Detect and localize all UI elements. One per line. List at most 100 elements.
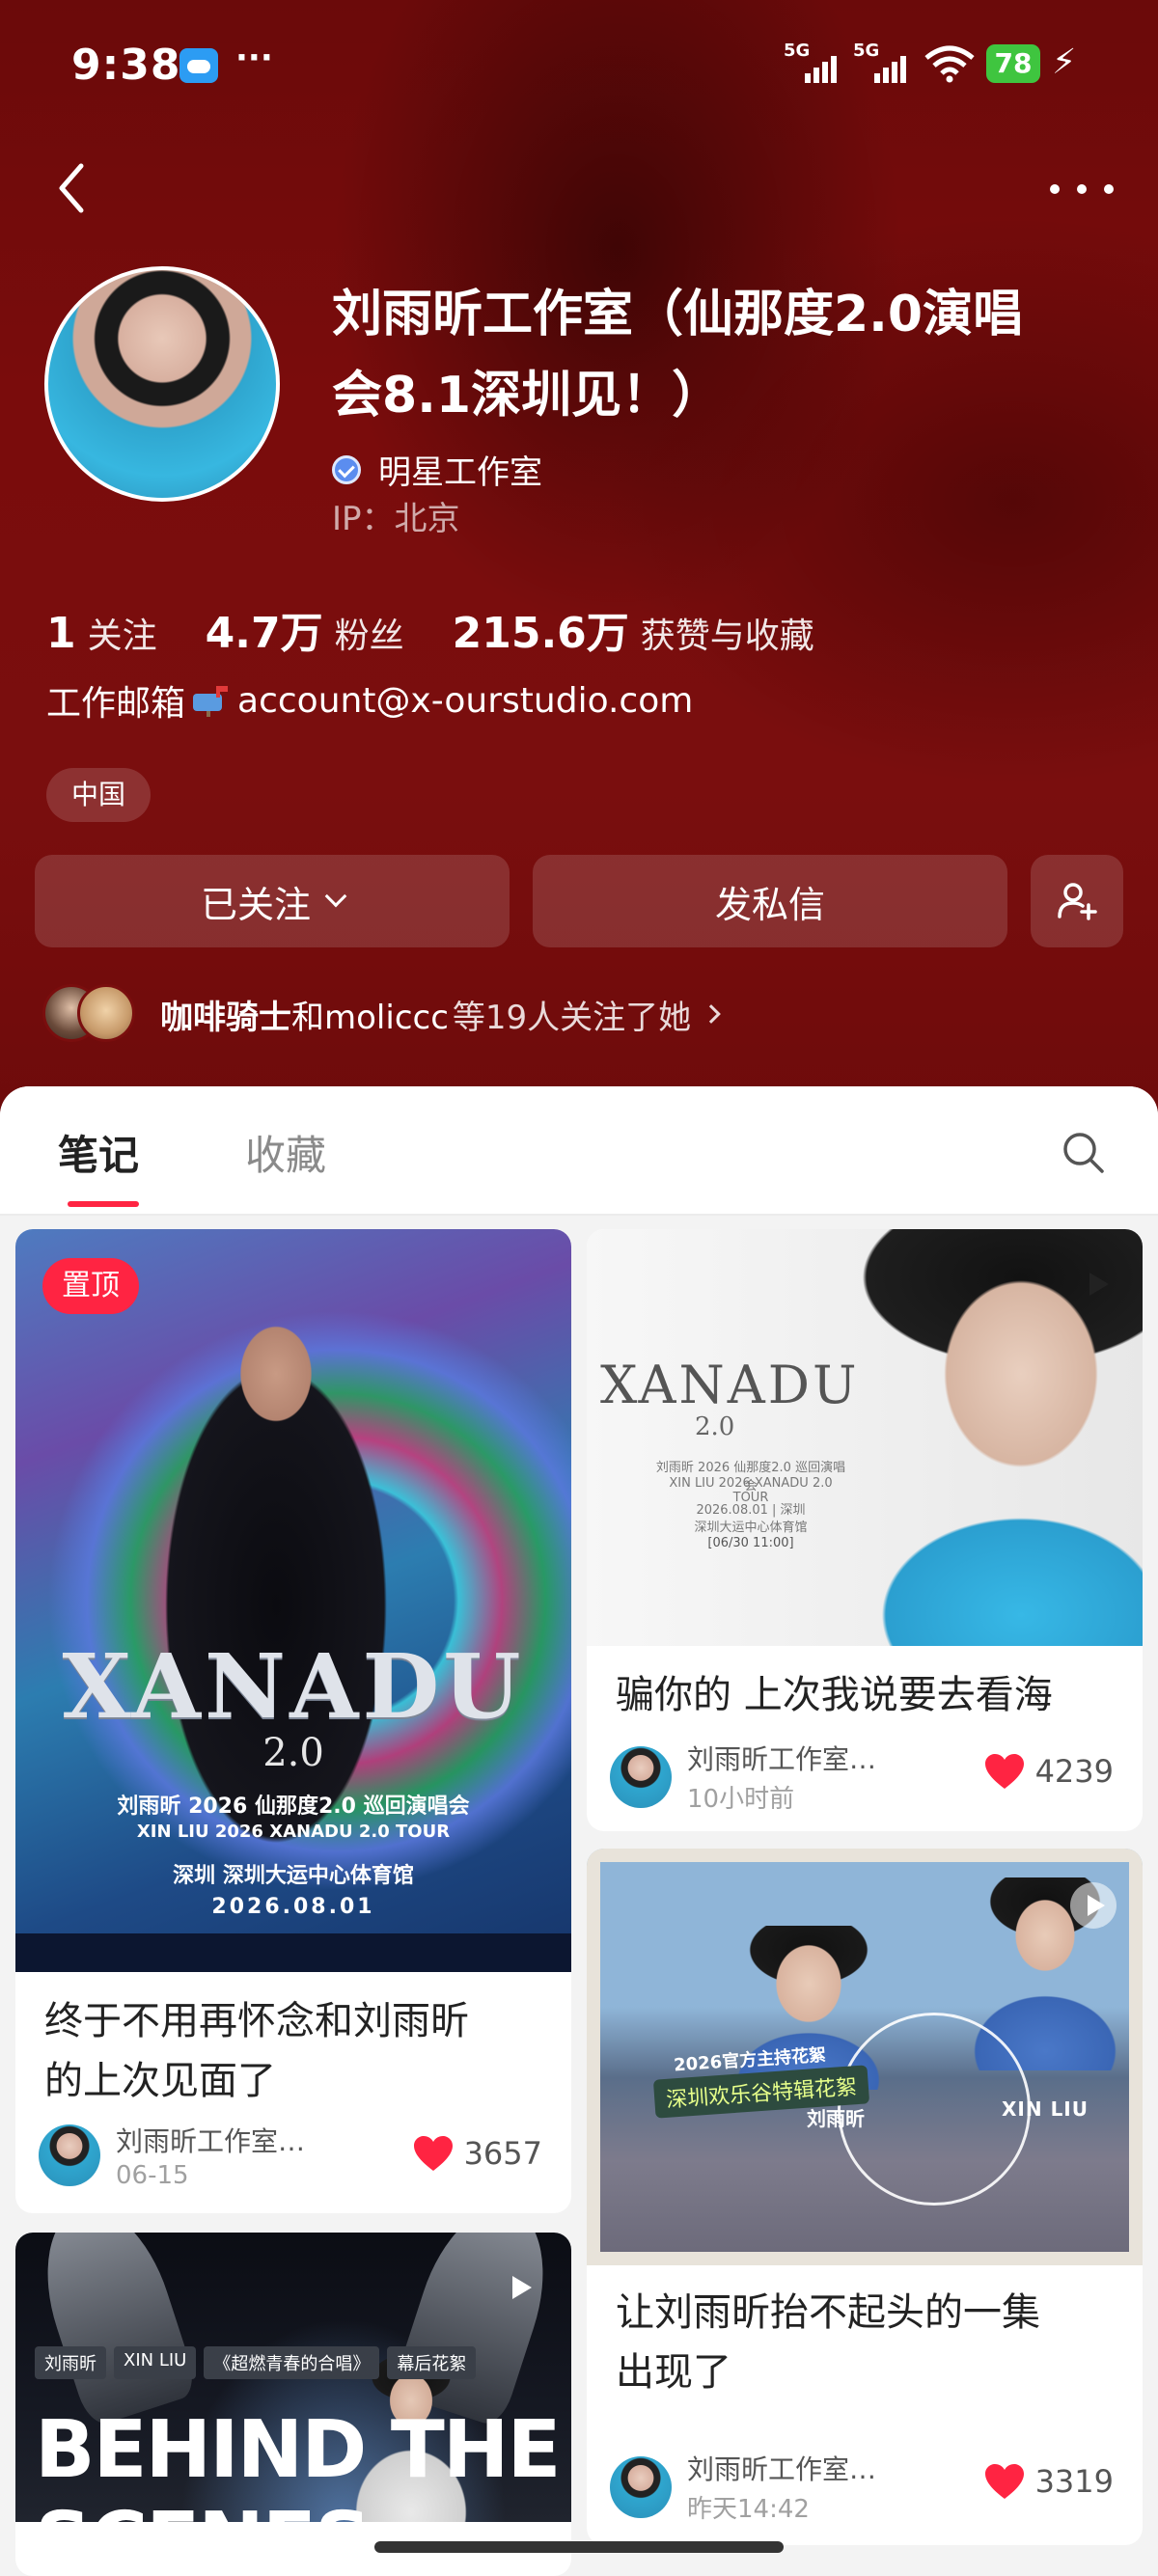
verified-label: 明星工作室 xyxy=(378,453,542,492)
stat-number: 215.6万 xyxy=(452,609,629,658)
profile-header: 9:38 ··· 5G 5G 78 ⚡ 刘雨昕工作室（仙那度2.0演唱会8.1深… xyxy=(0,0,1158,1119)
chevron-down-icon xyxy=(324,885,347,908)
mutual-name: 咖啡骑士 xyxy=(160,998,291,1037)
note-card[interactable]: 刘雨昕 XIN LIU 《超燃青春的合唱》 幕后花絮 BEHIND THE SC… xyxy=(15,2233,571,2576)
stage-prop xyxy=(23,2233,201,2429)
charging-icon: ⚡ xyxy=(1052,42,1077,82)
profile-stats: 1 关注 4.7万 粉丝 215.6万 获赞与收藏 xyxy=(46,598,863,660)
ip-location: IP：北京 xyxy=(332,500,460,538)
image-tags: 刘雨昕 XIN LIU 《超燃青春的合唱》 幕后花絮 xyxy=(35,2346,477,2379)
image-tag: XIN LIU xyxy=(114,2346,197,2379)
search-icon[interactable] xyxy=(1060,1129,1106,1175)
stat-likes[interactable]: 215.6万 获赞与收藏 xyxy=(453,598,814,660)
heart-icon xyxy=(413,2136,453,2171)
note-author[interactable]: 刘雨昕工作室… 06-15 xyxy=(39,2121,305,2190)
mutual-and: 和moliccc xyxy=(291,998,449,1037)
poster-sub: 2.0 xyxy=(695,1412,735,1441)
mutual-rest: 等19人关注了她 xyxy=(452,998,692,1037)
note-title-line: 终于不用再怀念和刘雨昕 xyxy=(44,1999,469,2043)
avatar xyxy=(610,2455,672,2518)
verified-badge: 明星工作室 xyxy=(332,446,542,493)
poster-line: [06/30 11:00] xyxy=(707,1536,794,1550)
followed-button-label: 已关注 xyxy=(200,883,311,926)
mutual-followers[interactable]: 咖啡骑士 和moliccc 等19人关注了她 xyxy=(42,984,722,1044)
battery-indicator: 78 xyxy=(986,44,1040,83)
note-cover-image: XANADU 2.0 刘雨昕 2026 仙那度2.0 巡回演唱会 XIN LIU… xyxy=(15,1229,571,1972)
heart-icon xyxy=(984,1754,1024,1789)
status-time: 9:38 xyxy=(71,41,181,90)
tab-bar: 笔记 收藏 xyxy=(0,1086,1158,1216)
avatar xyxy=(610,1745,672,1808)
like-count: 3657 xyxy=(463,2135,542,2172)
mutual-avatars xyxy=(42,984,139,1044)
image-caption: XIN LIU xyxy=(1002,2097,1089,2121)
like-count: 3319 xyxy=(1034,2463,1114,2500)
image-tag: 《超燃青春的合唱》 xyxy=(204,2346,380,2379)
poster-line: XIN LIU 2026 XANADU 2.0 TOUR xyxy=(136,1822,451,1842)
message-button[interactable]: 发私信 xyxy=(533,855,1007,947)
note-card[interactable]: XANADU 2.0 刘雨昕 2026 仙那度2.0 巡回演唱会 XIN LIU… xyxy=(587,1229,1143,1831)
like-button[interactable]: 3657 xyxy=(412,2134,542,2173)
stat-number: 4.7万 xyxy=(205,609,323,658)
note-card[interactable]: XANADU 2.0 刘雨昕 2026 仙那度2.0 巡回演唱会 XIN LIU… xyxy=(15,1229,571,2213)
stat-label: 关注 xyxy=(87,617,157,656)
signal-icon: 5G xyxy=(853,41,913,83)
more-options-icon[interactable] xyxy=(1050,179,1114,199)
author-name: 刘雨昕工作室… xyxy=(687,1743,877,1775)
stat-number: 1 xyxy=(46,609,76,658)
note-title-line: 出现了 xyxy=(616,2350,731,2395)
note-time: 昨天14:42 xyxy=(687,2495,810,2524)
back-icon[interactable] xyxy=(48,154,96,222)
note-author[interactable]: 刘雨昕工作室… 10小时前 xyxy=(610,1739,876,1815)
email-prefix: 工作邮箱 xyxy=(46,684,186,724)
mailbox-icon xyxy=(193,686,229,717)
tab-collections[interactable]: 收藏 xyxy=(245,1123,326,1182)
chevron-right-icon xyxy=(702,1004,722,1024)
poster-line: 深圳大运中心体育馆 xyxy=(694,1521,808,1535)
avatar xyxy=(77,984,135,1042)
note-title: 骗你的 上次我说要去看海 xyxy=(616,1665,1053,1725)
cloud-icon xyxy=(179,48,218,83)
stat-label: 粉丝 xyxy=(334,617,404,656)
note-cover-image: XANADU 2.0 刘雨昕 2026 仙那度2.0 巡回演唱会 XIN LIU… xyxy=(587,1229,1143,1646)
image-title: BEHIND THE SCENES xyxy=(35,2404,561,2522)
message-button-label: 发私信 xyxy=(714,883,825,926)
video-play-icon xyxy=(1070,1882,1117,1929)
add-user-icon xyxy=(1058,883,1097,920)
video-play-icon xyxy=(1089,1273,1109,1296)
wifi-icon xyxy=(924,45,975,83)
home-indicator[interactable] xyxy=(374,2541,784,2553)
image-tag: 刘雨昕 xyxy=(35,2346,106,2379)
profile-bio: 工作邮箱 account@x-ourstudio.com xyxy=(46,675,693,726)
stat-following[interactable]: 1 关注 xyxy=(46,608,157,658)
poster-logo: XANADU xyxy=(62,1634,525,1739)
video-play-icon xyxy=(512,2276,532,2299)
note-title-line: 让刘雨昕抬不起头的一集 xyxy=(616,2290,1040,2335)
add-friend-button[interactable] xyxy=(1031,855,1123,947)
poster-line: 深圳 深圳大运中心体育馆 xyxy=(173,1864,414,1888)
like-button[interactable]: 4239 xyxy=(983,1752,1114,1791)
signal-icon: 5G xyxy=(784,41,843,83)
stat-followers[interactable]: 4.7万 粉丝 xyxy=(206,598,404,660)
profile-name: 刘雨昕工作室（仙那度2.0演唱会8.1深圳见！） xyxy=(332,286,1024,425)
poster-line: 2026.08.01 xyxy=(211,1895,375,1919)
verified-icon xyxy=(332,454,361,484)
note-title-line: 的上次见面了 xyxy=(44,2059,276,2103)
followed-button[interactable]: 已关注 xyxy=(35,855,510,947)
status-overflow: ··· xyxy=(235,39,273,77)
status-bar: 9:38 ··· 5G 5G 78 ⚡ xyxy=(0,0,1158,125)
image-tag: 幕后花絮 xyxy=(387,2346,477,2379)
poster-logo: XANADU xyxy=(600,1355,860,1415)
stat-label: 获赞与收藏 xyxy=(640,617,814,656)
note-title: 让刘雨昕抬不起头的一集 出现了 xyxy=(616,2283,1040,2402)
pinned-badge: 置顶 xyxy=(42,1258,139,1314)
note-card[interactable]: 2026官方主持花絮 深圳欢乐谷特辑花絮 刘雨昕 XIN LIU 让刘雨昕抬不起… xyxy=(587,1849,1143,2545)
like-button[interactable]: 3319 xyxy=(983,2462,1114,2501)
poster-sub: 2.0 xyxy=(262,1731,324,1775)
author-name: 刘雨昕工作室… xyxy=(687,2453,877,2485)
note-title: 终于不用再怀念和刘雨昕 的上次见面了 xyxy=(44,1991,469,2111)
note-author[interactable]: 刘雨昕工作室… 昨天14:42 xyxy=(610,2449,876,2525)
tab-notes[interactable]: 笔记 xyxy=(58,1123,140,1207)
note-cover-image: 2026官方主持花絮 深圳欢乐谷特辑花絮 刘雨昕 XIN LIU xyxy=(587,1849,1143,2265)
profile-avatar[interactable] xyxy=(44,266,280,502)
